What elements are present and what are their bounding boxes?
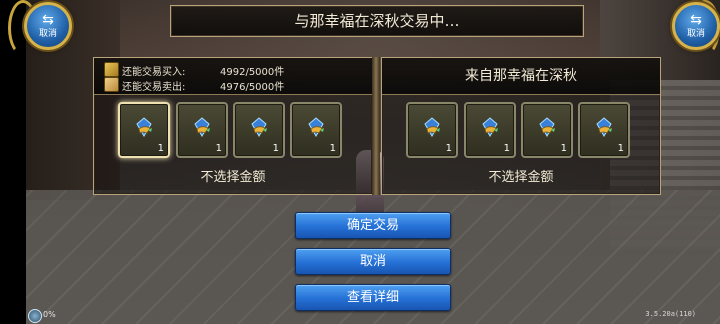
blue-gem-icon bbox=[194, 117, 210, 137]
corner-button-label: 取消 bbox=[686, 29, 705, 39]
my-item-slot-4[interactable]: 1 bbox=[290, 102, 342, 158]
version-label: 3.5.20a(110) bbox=[645, 310, 696, 318]
trade-title: 与那幸福在深秋交易中… bbox=[294, 12, 460, 30]
view-details-button[interactable]: 查看详细 bbox=[295, 284, 451, 311]
sell-limit-label: 还能交易卖出: bbox=[122, 82, 186, 93]
their-item-slot-1[interactable]: 1 bbox=[406, 102, 458, 158]
my-trade-panel: 还能交易买入: 4992/5000件 还能交易卖出: 4976/5000件 1 … bbox=[93, 57, 373, 195]
their-item-slot-2[interactable]: 1 bbox=[464, 102, 516, 158]
their-item-slot-4[interactable]: 1 bbox=[578, 102, 630, 158]
cancel-trade-button[interactable]: 取消 bbox=[295, 248, 451, 275]
item-quantity: 1 bbox=[215, 143, 222, 154]
blue-gem-icon bbox=[424, 117, 440, 137]
buy-limit-value: 4992/5000件 bbox=[220, 67, 285, 78]
cancel-corner-button-right[interactable]: ⇆ 取消 bbox=[672, 2, 720, 50]
blue-gem-icon bbox=[251, 117, 267, 137]
their-trade-panel: 来自那幸福在深秋 1 1 1 1 不选择金额 bbox=[381, 57, 661, 195]
blue-gem-icon bbox=[136, 117, 152, 137]
their-amount-text: 不选择金额 bbox=[488, 170, 554, 185]
buy-bag-icon bbox=[104, 62, 119, 77]
trade-title-bar: 与那幸福在深秋交易中… bbox=[170, 5, 584, 37]
item-quantity: 1 bbox=[560, 143, 567, 154]
item-quantity: 1 bbox=[617, 143, 624, 154]
blue-gem-icon bbox=[308, 117, 324, 137]
exchange-arrows-icon: ⇆ bbox=[42, 12, 54, 28]
my-amount-text[interactable]: 不选择金额 bbox=[94, 166, 372, 185]
my-item-slots: 1 1 1 1 bbox=[94, 102, 372, 158]
item-quantity: 1 bbox=[503, 143, 510, 154]
blue-gem-icon bbox=[482, 117, 498, 137]
cancel-corner-button-left[interactable]: ⇆ 取消 bbox=[24, 2, 72, 50]
corner-button-label: 取消 bbox=[38, 29, 57, 39]
my-trade-header: 还能交易买入: 4992/5000件 还能交易卖出: 4976/5000件 bbox=[94, 58, 372, 95]
buy-limit-label: 还能交易买入: bbox=[122, 67, 186, 78]
item-quantity: 1 bbox=[329, 143, 336, 154]
signal-icon bbox=[28, 309, 42, 323]
confirm-trade-button[interactable]: 确定交易 bbox=[295, 212, 451, 239]
trade-partner-label: 来自那幸福在深秋 bbox=[465, 68, 577, 84]
my-item-slot-3[interactable]: 1 bbox=[233, 102, 285, 158]
panel-divider bbox=[372, 57, 380, 195]
my-item-slot-1[interactable]: 1 bbox=[118, 102, 170, 158]
status-percent: 0% bbox=[43, 310, 56, 319]
item-quantity: 1 bbox=[272, 143, 279, 154]
item-quantity: 1 bbox=[445, 143, 452, 154]
their-item-slots: 1 1 1 1 bbox=[382, 102, 660, 158]
sell-limit-value: 4976/5000件 bbox=[220, 82, 285, 93]
blue-gem-icon bbox=[596, 117, 612, 137]
exchange-arrows-icon: ⇆ bbox=[690, 12, 702, 28]
their-trade-header: 来自那幸福在深秋 bbox=[382, 58, 660, 95]
blue-gem-icon bbox=[539, 117, 555, 137]
sell-bag-icon bbox=[104, 77, 119, 92]
my-item-slot-2[interactable]: 1 bbox=[176, 102, 228, 158]
item-quantity: 1 bbox=[157, 143, 164, 154]
their-item-slot-3[interactable]: 1 bbox=[521, 102, 573, 158]
